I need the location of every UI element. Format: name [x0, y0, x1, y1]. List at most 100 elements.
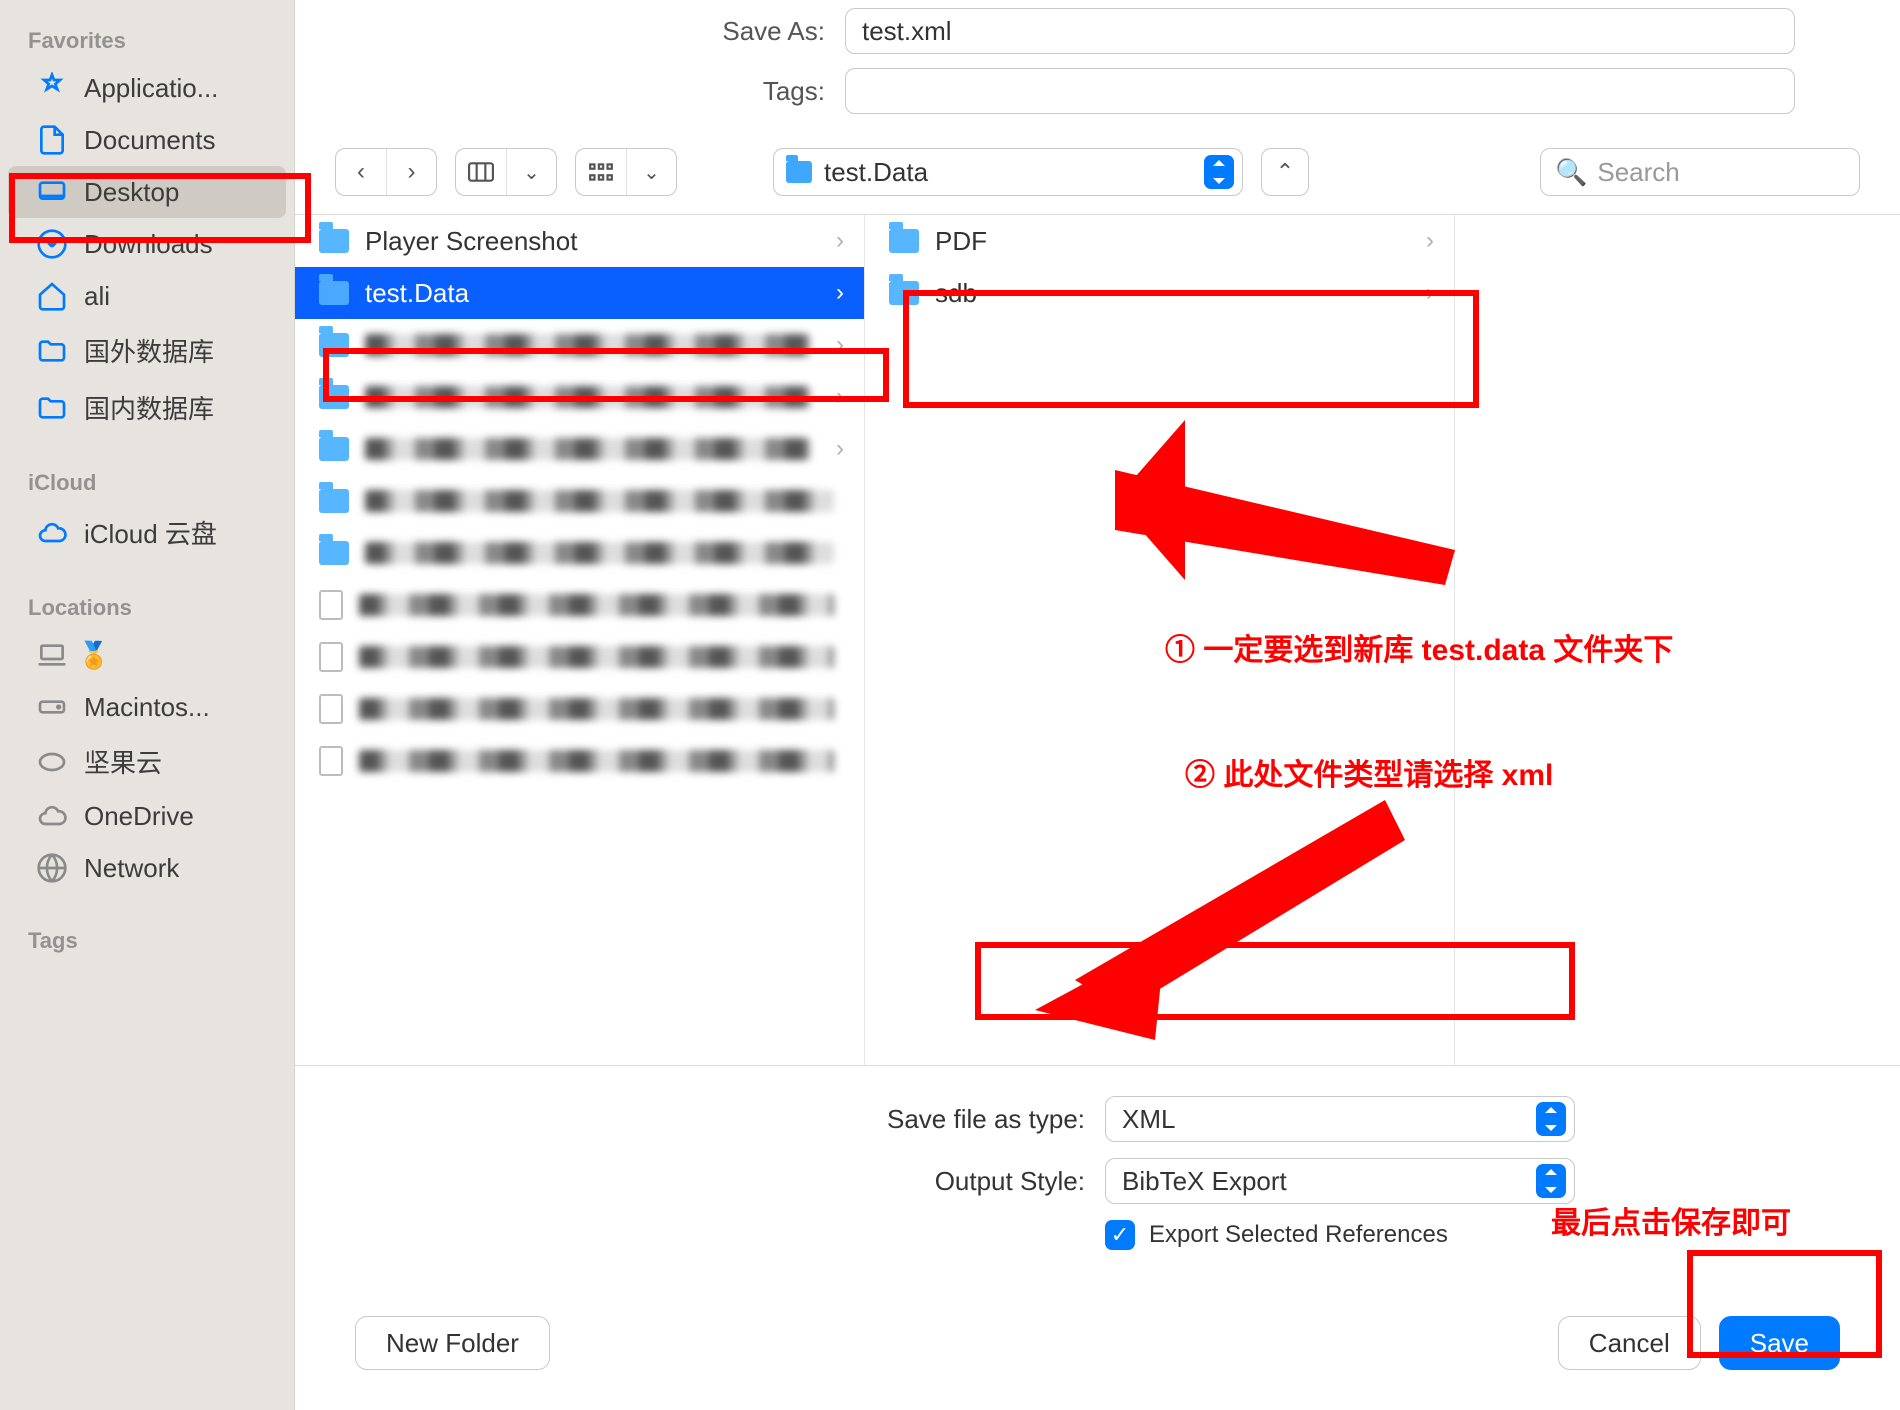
document-icon: [36, 124, 68, 156]
desktop-icon: [36, 176, 68, 208]
cloud-icon: [36, 517, 68, 549]
sidebar-header-tags: Tags: [0, 914, 294, 962]
saveas-input[interactable]: test.xml: [845, 8, 1795, 54]
sidebar-item-foreign-db[interactable]: 国外数据库: [8, 322, 286, 379]
sidebar-item-nutstore[interactable]: 坚果云: [8, 733, 286, 790]
annotation-text-3: 最后点击保存即可: [1551, 1198, 1791, 1242]
save-button[interactable]: Save: [1719, 1316, 1840, 1370]
file-icon: [319, 642, 343, 672]
sidebar: Favorites Applicatio... Documents Deskto…: [0, 0, 295, 1410]
laptop-icon: [36, 639, 68, 671]
sidebar-header-favorites: Favorites: [0, 14, 294, 62]
updown-icon: [1204, 155, 1234, 189]
file-row-obscured[interactable]: ›: [295, 371, 864, 423]
file-row-obscured[interactable]: [295, 683, 864, 735]
new-folder-button[interactable]: New Folder: [355, 1316, 550, 1370]
app-store-icon: [36, 72, 68, 104]
file-icon: [319, 590, 343, 620]
chevron-right-icon: ›: [836, 383, 844, 411]
folder-icon: [319, 333, 349, 357]
disk-icon: [36, 746, 68, 778]
sidebar-item-onedrive[interactable]: OneDrive: [8, 790, 286, 842]
output-style-label: Output Style:: [355, 1166, 1105, 1197]
folder-icon: [319, 385, 349, 409]
file-row-sdb[interactable]: sdb ›: [865, 267, 1454, 319]
file-row-obscured[interactable]: ›: [295, 319, 864, 371]
output-style-popup[interactable]: BibTeX Export: [1105, 1158, 1575, 1204]
updown-icon: [1536, 1102, 1566, 1136]
save-type-popup[interactable]: XML: [1105, 1096, 1575, 1142]
annotation-text-2: ② 此处文件类型请选择 xml: [1185, 750, 1553, 794]
file-row-obscured[interactable]: ›: [295, 423, 864, 475]
saveas-label: Save As:: [335, 16, 845, 47]
medal-icon: 🏅: [78, 639, 110, 671]
sidebar-item-icloud[interactable]: iCloud 云盘: [8, 504, 286, 561]
chevron-right-icon: ›: [836, 331, 844, 359]
updown-icon: [1536, 1164, 1566, 1198]
chevron-down-icon: ⌄: [626, 149, 676, 195]
chevron-right-icon: ›: [1426, 227, 1434, 255]
folder-icon: [786, 161, 812, 183]
folder-icon: [319, 281, 349, 305]
file-row-obscured[interactable]: [295, 735, 864, 787]
disk-icon: [36, 691, 68, 723]
folder-icon: [319, 489, 349, 513]
sidebar-item-network[interactable]: Network: [8, 842, 286, 894]
home-icon: [36, 280, 68, 312]
nav-back-forward: ‹ ›: [335, 148, 437, 196]
chevron-down-icon: ⌄: [506, 149, 556, 195]
location-popup[interactable]: test.Data: [773, 148, 1243, 196]
group-button[interactable]: ⌄: [575, 148, 677, 196]
sidebar-item-macintosh[interactable]: Macintos...: [8, 681, 286, 733]
search-icon: 🔍: [1555, 157, 1587, 188]
folder-icon: [889, 281, 919, 305]
file-row-obscured[interactable]: [295, 527, 864, 579]
browser-column-1: Player Screenshot › test.Data › › › ›: [295, 215, 865, 1065]
folder-icon: [889, 229, 919, 253]
sidebar-item-downloads[interactable]: Downloads: [8, 218, 286, 270]
search-input[interactable]: 🔍 Search: [1540, 148, 1860, 196]
tags-input[interactable]: [845, 68, 1795, 114]
sidebar-item-documents[interactable]: Documents: [8, 114, 286, 166]
file-row-test-data[interactable]: test.Data ›: [295, 267, 864, 319]
forward-button[interactable]: ›: [386, 149, 436, 195]
columns-icon: [456, 149, 506, 195]
sidebar-item-domestic-db[interactable]: 国内数据库: [8, 379, 286, 436]
folder-icon: [36, 335, 68, 367]
sidebar-item-computer[interactable]: 🏅: [8, 629, 286, 681]
cancel-button[interactable]: Cancel: [1558, 1316, 1701, 1370]
export-selected-checkbox[interactable]: ✓ Export Selected References: [1105, 1220, 1448, 1250]
cloud-icon: [36, 800, 68, 832]
tags-label: Tags:: [335, 76, 845, 107]
folder-icon: [319, 229, 349, 253]
save-type-label: Save file as type:: [355, 1104, 1105, 1135]
download-icon: [36, 228, 68, 260]
file-row-pdf[interactable]: PDF ›: [865, 215, 1454, 267]
file-row-obscured[interactable]: [295, 631, 864, 683]
globe-icon: [36, 852, 68, 884]
folder-icon: [36, 392, 68, 424]
chevron-right-icon: ›: [836, 279, 844, 307]
annotation-text-1: ① 一定要选到新库 test.data 文件夹下: [1165, 625, 1673, 669]
checkbox-checked-icon: ✓: [1105, 1220, 1135, 1250]
file-icon: [319, 694, 343, 724]
sidebar-header-locations: Locations: [0, 581, 294, 629]
chevron-right-icon: ›: [836, 227, 844, 255]
collapse-button[interactable]: ⌃: [1261, 148, 1309, 196]
sidebar-item-desktop[interactable]: Desktop: [8, 166, 286, 218]
chevron-right-icon: ›: [1426, 279, 1434, 307]
file-row-obscured[interactable]: [295, 579, 864, 631]
sidebar-item-ali[interactable]: ali: [8, 270, 286, 322]
sidebar-header-icloud: iCloud: [0, 456, 294, 504]
sidebar-item-applications[interactable]: Applicatio...: [8, 62, 286, 114]
file-row-player-screenshot[interactable]: Player Screenshot ›: [295, 215, 864, 267]
grid-icon: [576, 149, 626, 195]
main-panel: Save As: test.xml Tags: ‹ › ⌄ ⌄ test.Dat…: [295, 0, 1900, 1410]
folder-icon: [319, 437, 349, 461]
folder-icon: [319, 541, 349, 565]
back-button[interactable]: ‹: [336, 149, 386, 195]
file-icon: [319, 746, 343, 776]
view-columns-button[interactable]: ⌄: [455, 148, 557, 196]
chevron-right-icon: ›: [836, 435, 844, 463]
file-row-obscured[interactable]: [295, 475, 864, 527]
